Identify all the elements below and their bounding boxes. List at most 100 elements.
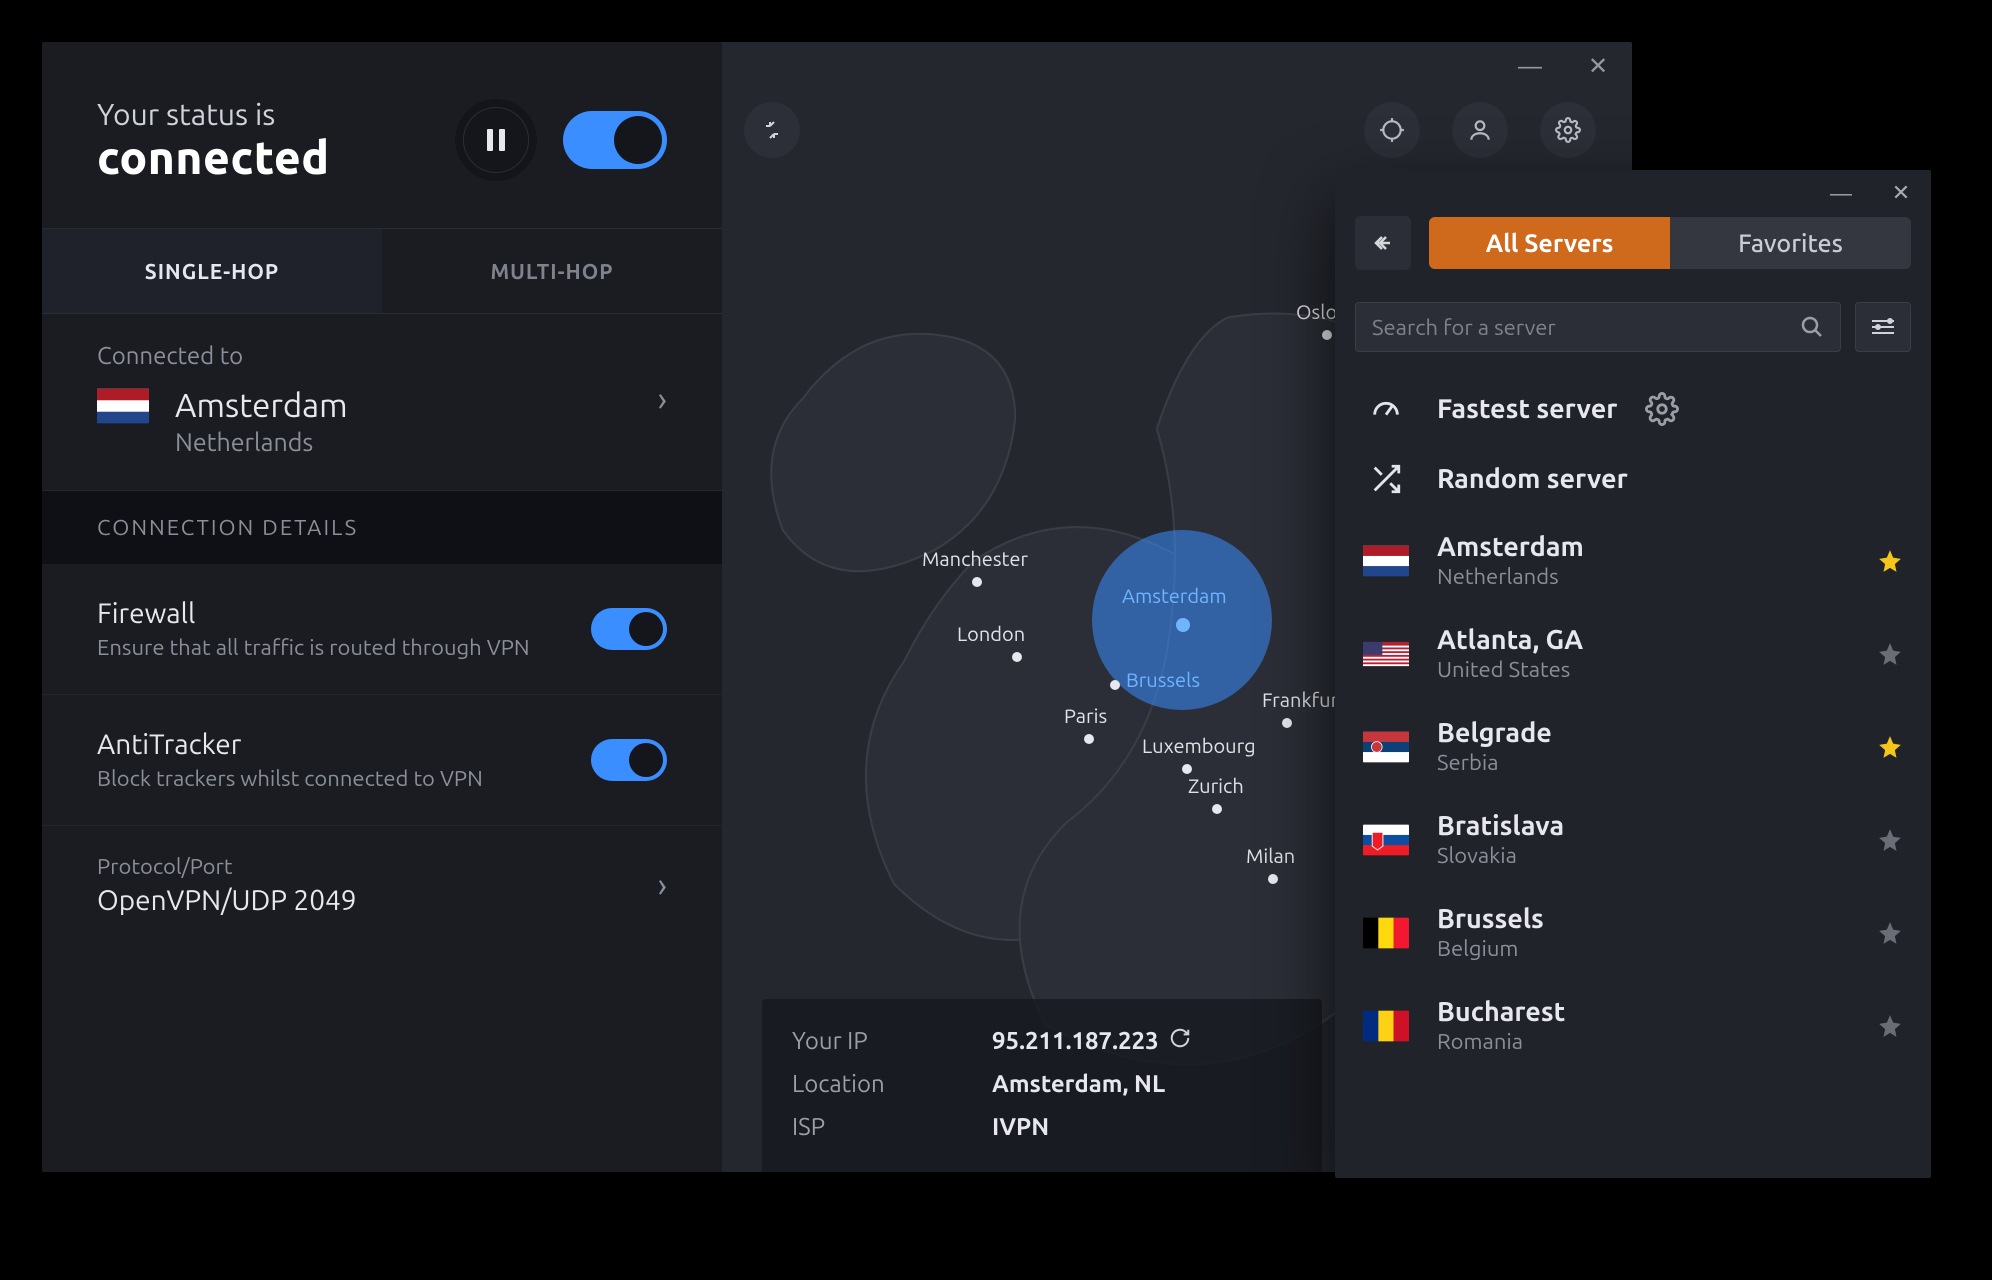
server-city: Amsterdam — [1437, 532, 1849, 562]
protocol-label: Protocol/Port — [97, 854, 357, 879]
connection-toggle[interactable] — [563, 111, 667, 169]
label-zurich: Zurich — [1188, 774, 1244, 797]
flag-us-icon — [1363, 638, 1409, 670]
server-country: Belgium — [1437, 936, 1849, 961]
antitracker-row: AntiTracker Block trackers whilst connec… — [42, 695, 722, 826]
antitracker-title: AntiTracker — [97, 729, 483, 760]
server-country: Serbia — [1437, 750, 1849, 775]
popup-minimize-button[interactable]: — — [1811, 170, 1871, 216]
tab-all-servers[interactable]: All Servers — [1429, 217, 1670, 269]
server-city: Belgrade — [1437, 718, 1849, 748]
pin-oslo — [1322, 330, 1332, 340]
hop-tabs: SINGLE-HOP MULTI-HOP — [42, 228, 722, 314]
label-milan: Milan — [1246, 844, 1295, 867]
pin-london — [1012, 652, 1022, 662]
popup-close-button[interactable]: ✕ — [1871, 170, 1931, 216]
firewall-row: Firewall Ensure that all traffic is rout… — [42, 564, 722, 695]
connection-details-header: CONNECTION DETAILS — [42, 491, 722, 564]
antitracker-toggle[interactable] — [591, 739, 667, 781]
pin-manchester — [972, 577, 982, 587]
connected-to-row[interactable]: Connected to Amsterdam Netherlands › — [42, 314, 722, 491]
favorite-star[interactable] — [1877, 920, 1903, 946]
status-block: Your status is connected — [42, 42, 722, 228]
fastest-server-row[interactable]: Fastest server — [1335, 374, 1931, 444]
label-luxembourg: Luxembourg — [1142, 734, 1256, 757]
refresh-icon[interactable] — [1169, 1027, 1191, 1049]
random-server-row[interactable]: Random server — [1335, 444, 1931, 514]
protocol-value: OpenVPN/UDP 2049 — [97, 885, 357, 916]
filter-button[interactable] — [1855, 302, 1911, 352]
shuffle-icon — [1363, 462, 1409, 496]
server-city: Bratislava — [1437, 811, 1849, 841]
server-country: Romania — [1437, 1029, 1849, 1054]
server-row[interactable]: AmsterdamNetherlands — [1335, 514, 1931, 607]
pin-zurich — [1212, 804, 1222, 814]
favorite-star[interactable] — [1877, 641, 1903, 667]
favorite-star[interactable] — [1877, 827, 1903, 853]
minimize-button[interactable]: — — [1496, 42, 1564, 90]
server-picker-window: — ✕ All Servers Favorites Fastest serv — [1335, 170, 1931, 1178]
chevron-right-icon: › — [657, 380, 667, 418]
ip-value: 95.211.187.223 — [992, 1027, 1159, 1054]
window-controls: — ✕ — [1496, 42, 1632, 90]
tab-single-hop[interactable]: SINGLE-HOP — [42, 229, 382, 313]
ip-label: Your IP — [792, 1027, 992, 1054]
server-row[interactable]: BucharestRomania — [1335, 979, 1931, 1072]
location-value: Amsterdam, NL — [992, 1070, 1165, 1097]
close-button[interactable]: ✕ — [1564, 42, 1632, 90]
connection-ping-dot — [1176, 618, 1190, 632]
server-country: Netherlands — [1437, 564, 1849, 589]
pin-frankfurt — [1282, 718, 1292, 728]
connected-to-label: Connected to — [97, 342, 348, 369]
search-icon — [1800, 315, 1824, 339]
pause-button[interactable] — [463, 107, 529, 173]
favorite-star[interactable] — [1877, 548, 1903, 574]
pause-icon — [487, 129, 505, 151]
server-tabs: All Servers Favorites — [1429, 217, 1911, 269]
flag-nl-icon — [1363, 545, 1409, 577]
gear-icon[interactable] — [1645, 392, 1679, 426]
protocol-row[interactable]: Protocol/Port OpenVPN/UDP 2049 › — [42, 826, 722, 956]
back-button[interactable] — [1355, 216, 1411, 270]
firewall-sub: Ensure that all traffic is routed throug… — [97, 635, 530, 660]
server-city: Bucharest — [1437, 997, 1849, 1027]
random-label: Random server — [1437, 464, 1628, 494]
isp-value: IVPN — [992, 1113, 1049, 1140]
flag-sk-icon — [1363, 824, 1409, 856]
search-input[interactable] — [1372, 315, 1800, 340]
firewall-toggle[interactable] — [591, 608, 667, 650]
label-frankfurt: Frankfurt — [1262, 688, 1346, 711]
status-value: connected — [97, 131, 329, 183]
connected-country: Netherlands — [175, 428, 348, 456]
fastest-label: Fastest server — [1437, 394, 1617, 424]
server-city: Brussels — [1437, 904, 1849, 934]
tab-multi-hop[interactable]: MULTI-HOP — [382, 229, 722, 313]
favorite-star[interactable] — [1877, 734, 1903, 760]
server-country: United States — [1437, 657, 1849, 682]
ip-info-box: Your IP95.211.187.223 LocationAmsterdam,… — [762, 999, 1322, 1172]
pin-luxembourg — [1182, 764, 1192, 774]
label-oslo: Oslo — [1296, 300, 1337, 323]
flag-ro-icon — [1363, 1010, 1409, 1042]
server-row[interactable]: BratislavaSlovakia — [1335, 793, 1931, 886]
favorite-star[interactable] — [1877, 1013, 1903, 1039]
label-brussels: Brussels — [1126, 668, 1200, 691]
server-row[interactable]: BelgradeSerbia — [1335, 700, 1931, 793]
label-london: London — [957, 622, 1025, 645]
pin-brussels — [1110, 680, 1120, 690]
label-amsterdam: Amsterdam — [1122, 584, 1227, 607]
pin-paris — [1084, 734, 1094, 744]
server-list: Fastest server Random server AmsterdamNe… — [1335, 364, 1931, 1178]
isp-label: ISP — [792, 1113, 992, 1140]
server-row[interactable]: Atlanta, GAUnited States — [1335, 607, 1931, 700]
chevron-right-icon: › — [657, 866, 667, 904]
connected-city: Amsterdam — [175, 387, 348, 424]
tab-favorites[interactable]: Favorites — [1670, 217, 1911, 269]
flag-be-icon — [1363, 917, 1409, 949]
server-row[interactable]: BrusselsBelgium — [1335, 886, 1931, 979]
toggle-knob — [614, 116, 662, 164]
location-label: Location — [792, 1070, 992, 1097]
firewall-title: Firewall — [97, 598, 530, 629]
server-country: Slovakia — [1437, 843, 1849, 868]
popup-window-controls: — ✕ — [1335, 170, 1931, 216]
